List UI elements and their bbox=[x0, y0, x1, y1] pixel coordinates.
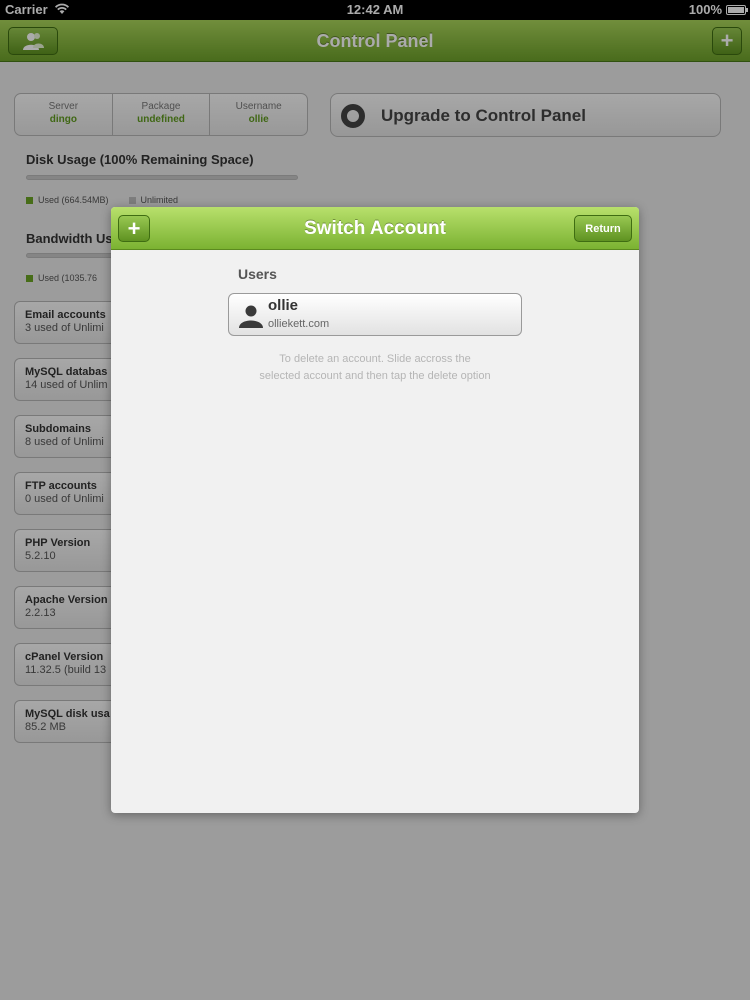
delete-hint: To delete an account. Slide accross the … bbox=[228, 351, 522, 385]
modal-header: Switch Account + Return bbox=[111, 207, 639, 250]
delete-hint-line-1: To delete an account. Slide accross the bbox=[279, 353, 471, 365]
person-icon bbox=[239, 305, 263, 328]
users-section-label: Users bbox=[238, 266, 277, 282]
return-button[interactable]: Return bbox=[574, 215, 632, 242]
account-domain: olliekett.com bbox=[268, 318, 330, 330]
delete-hint-line-2: selected account and then tap the delete… bbox=[259, 370, 491, 382]
switch-account-modal: Switch Account + Return Users ollie olli… bbox=[111, 207, 639, 813]
account-item-ollie[interactable]: ollie olliekett.com bbox=[228, 293, 522, 336]
add-account-button[interactable]: + bbox=[118, 215, 150, 242]
account-name: ollie bbox=[268, 297, 299, 314]
modal-title: Switch Account bbox=[304, 218, 446, 239]
